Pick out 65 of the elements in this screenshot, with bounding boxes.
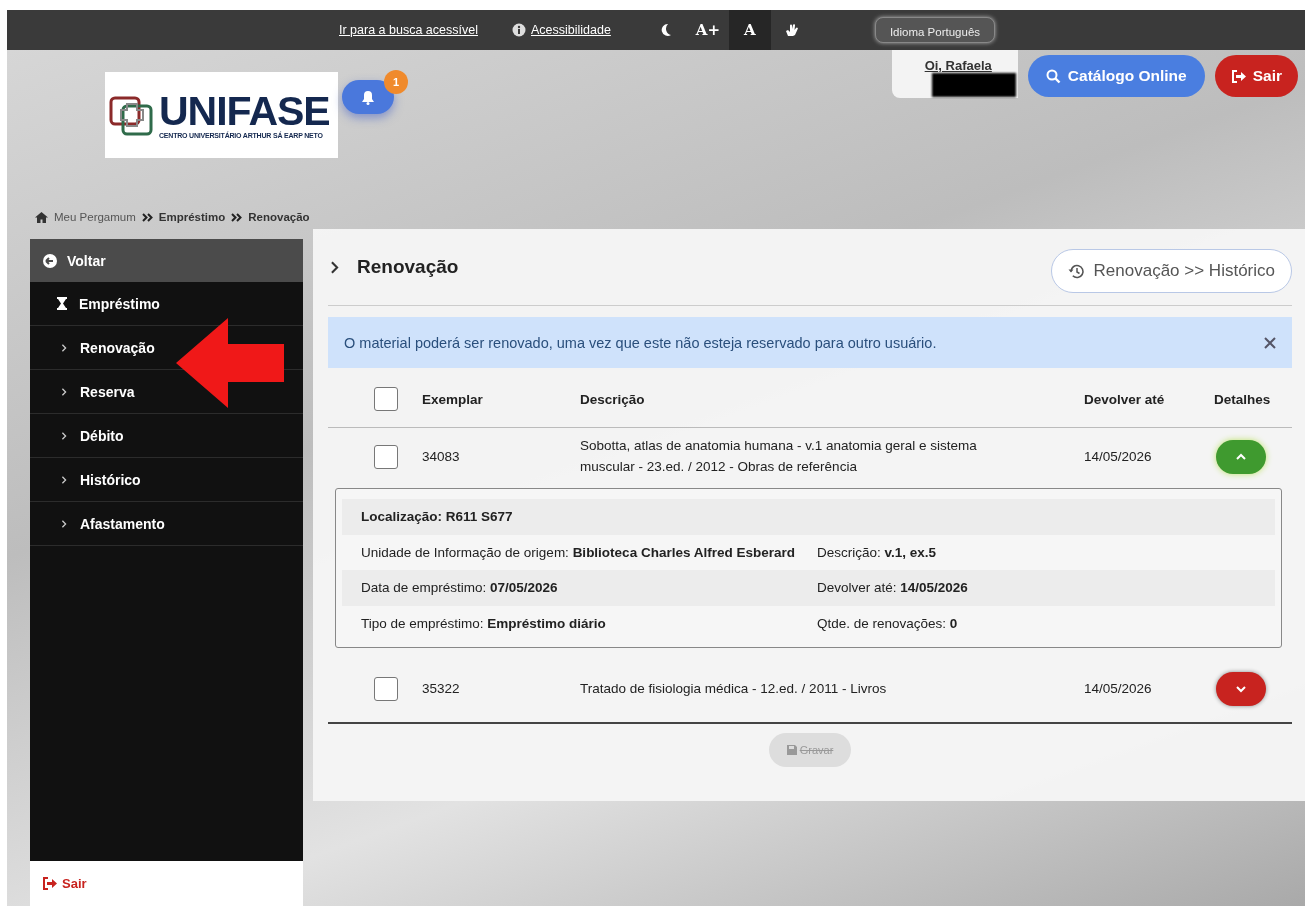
select-all-checkbox[interactable] bbox=[374, 387, 398, 411]
history-icon bbox=[1067, 262, 1085, 280]
sign-out-icon bbox=[1230, 69, 1246, 83]
column-header: Devolver até bbox=[1084, 391, 1166, 407]
sign-out-icon bbox=[42, 877, 57, 890]
sidebar-item[interactable]: Histórico bbox=[30, 458, 303, 502]
column-header: Detalhes bbox=[1214, 391, 1272, 407]
page-title: Renovação bbox=[357, 256, 459, 278]
alert-message: O material poderá ser renovado, uma vez que este não esteja reservado para outro usuário. bbox=[344, 334, 937, 351]
chevron-right-icon bbox=[60, 343, 68, 352]
language-button[interactable]: Idioma Português bbox=[874, 17, 996, 43]
table-cell-text: 34083 bbox=[422, 447, 461, 466]
sidebar-logout-button[interactable]: Sair bbox=[30, 861, 303, 906]
details-toggle-button[interactable] bbox=[1216, 672, 1266, 707]
sidebar-item[interactable]: Débito bbox=[30, 414, 303, 458]
home-icon bbox=[35, 211, 48, 223]
back-button[interactable]: Voltar bbox=[30, 239, 303, 282]
hourglass-icon bbox=[57, 297, 67, 310]
arrow-annotation-icon bbox=[176, 318, 284, 408]
table-cell-text: 35322 bbox=[422, 679, 461, 698]
row-checkbox[interactable] bbox=[374, 677, 398, 702]
double-chevron-icon bbox=[231, 212, 243, 222]
renewal-history-button[interactable]: Renovação >> Histórico bbox=[1050, 249, 1292, 293]
chevron-right-icon bbox=[60, 475, 68, 484]
table-cell-text: 14/05/2026 bbox=[1084, 679, 1153, 698]
font-size-button[interactable]: A+ bbox=[686, 10, 729, 50]
greeting-text: Oi, Rafaela bbox=[924, 58, 992, 73]
chevron-right-icon bbox=[60, 431, 68, 440]
detail-text: Qtde. de renovações: 0 bbox=[817, 614, 959, 633]
moon-icon bbox=[659, 23, 673, 37]
chevron-down-icon bbox=[1236, 685, 1246, 694]
detail-text: Descrição: v.1, ex.5 bbox=[817, 543, 938, 562]
close-icon[interactable] bbox=[1264, 336, 1276, 349]
breadcrumb-link[interactable]: Renovação bbox=[248, 211, 310, 223]
logout-button[interactable]: Sair bbox=[1214, 55, 1298, 97]
online-catalog-button[interactable]: Catálogo Online bbox=[1027, 55, 1205, 97]
details-toggle-button[interactable] bbox=[1216, 440, 1266, 474]
notification-count-badge: 1 bbox=[384, 70, 408, 94]
accessibility-link[interactable]: Acessibilidade bbox=[511, 23, 611, 37]
row-checkbox[interactable] bbox=[374, 445, 398, 469]
chevron-right-icon bbox=[60, 519, 68, 528]
font-size-button[interactable]: A bbox=[728, 10, 771, 50]
detail-text: Unidade de Informação de origem: Biblioteca Charles Alfred Esberard bbox=[361, 543, 796, 562]
info-icon bbox=[511, 23, 526, 37]
notifications-button[interactable] bbox=[342, 80, 394, 114]
hand-icon bbox=[785, 23, 799, 37]
double-chevron-icon bbox=[141, 212, 153, 222]
search-icon bbox=[1045, 68, 1061, 84]
table-cell-text: 14/05/2026 bbox=[1084, 447, 1153, 466]
table-cell-text: Sobotta, atlas de anatomia humana - v.1 anatomia geral e sistema muscular - 23.ed. / 2012 - Obras de referência bbox=[580, 437, 978, 476]
detail-text: Data de empréstimo: 07/05/2026 bbox=[361, 579, 559, 598]
back-arrow-icon bbox=[43, 253, 57, 268]
chevron-right-icon bbox=[60, 387, 68, 396]
table-cell-text: Tratado de fisiologia médica - 12.ed. / 2011 - Livros bbox=[580, 679, 888, 698]
detail-text: Localização: R611 S677 bbox=[361, 508, 514, 526]
column-header: Descrição bbox=[580, 391, 646, 407]
breadcrumb-link[interactable]: Empréstimo bbox=[158, 211, 226, 223]
bell-icon bbox=[361, 89, 375, 105]
column-header: Exemplar bbox=[422, 391, 484, 407]
sidebar-item[interactable]: Afastamento bbox=[30, 502, 303, 546]
detail-text: Tipo de empréstimo: Empréstimo diário bbox=[361, 614, 607, 633]
accessible-search-link[interactable]: Ir para a busca acessível bbox=[339, 23, 478, 37]
detail-text: Devolver até: 14/05/2026 bbox=[817, 579, 969, 598]
breadcrumb-link[interactable]: Meu Pergamum bbox=[54, 211, 136, 223]
chevron-up-icon bbox=[1236, 453, 1246, 461]
